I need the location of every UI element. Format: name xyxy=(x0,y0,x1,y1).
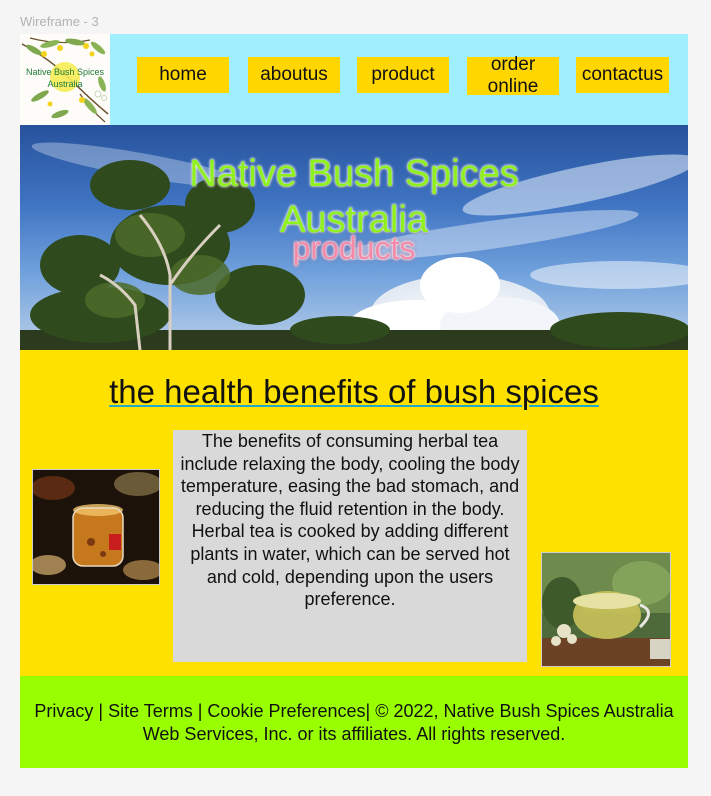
hero-banner: Native Bush Spices Australia products xyxy=(20,125,688,350)
nav-aboutus-button[interactable]: aboutus xyxy=(248,57,340,93)
herbal-tea-photo-right xyxy=(541,552,671,667)
section-heading-text: the health benefits of bush spices xyxy=(109,373,599,410)
logo-line2: Australia xyxy=(47,79,83,89)
nav-order-online-button[interactable]: order online xyxy=(467,54,559,97)
nav-product-button[interactable]: product xyxy=(357,57,449,93)
main-section: the health benefits of bush spices The b… xyxy=(20,350,688,676)
page-frame: Native Bush Spices Australia home aboutu… xyxy=(20,34,688,768)
footer-text: Privacy | Site Terms | Cookie Preference… xyxy=(34,701,674,744)
logo-line1: Native Bush Spices xyxy=(25,67,105,77)
logo[interactable]: Native Bush Spices Australia xyxy=(20,34,110,125)
nav-contactus-button[interactable]: contactus xyxy=(576,57,669,93)
herbal-tea-photo-left xyxy=(32,469,160,585)
herbal-tea-plants-image xyxy=(542,553,670,666)
herbal-tea-spices-image xyxy=(33,472,159,580)
logo-text: Native Bush Spices Australia xyxy=(20,66,110,90)
footer: Privacy | Site Terms | Cookie Preference… xyxy=(20,676,688,768)
benefits-text-box: The benefits of consuming herbal tea inc… xyxy=(173,430,527,662)
section-heading: the health benefits of bush spices xyxy=(20,372,688,412)
header: Native Bush Spices Australia home aboutu… xyxy=(20,34,688,125)
hero-title-line1: Native Bush Spices xyxy=(189,153,519,195)
frame-label: Wireframe - 3 xyxy=(20,14,99,29)
nav-home-button[interactable]: home xyxy=(137,57,229,93)
benefits-text: The benefits of consuming herbal tea inc… xyxy=(180,431,520,610)
hero-subtitle: products xyxy=(292,230,416,266)
